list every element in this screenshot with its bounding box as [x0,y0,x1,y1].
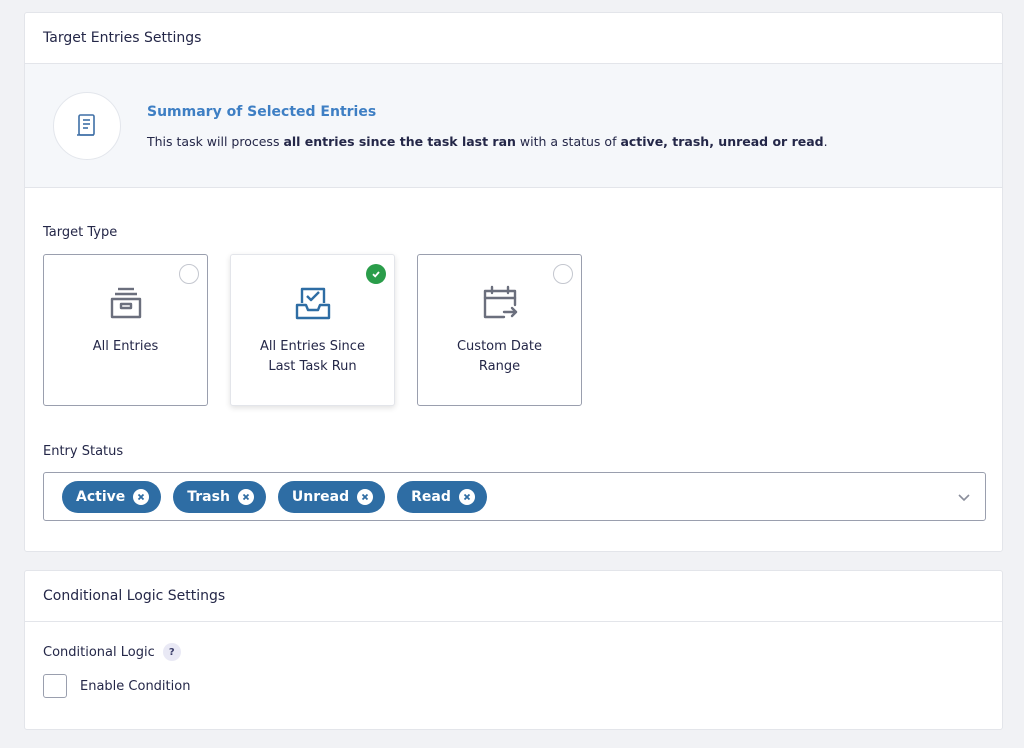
enable-condition-label[interactable]: Enable Condition [80,679,190,694]
summary-text-suffix: . [823,134,828,149]
help-icon[interactable]: ? [162,643,181,661]
pill-label: Read [411,488,451,505]
panel-title: Conditional Logic Settings [25,571,1002,622]
conditional-logic-label-row: Conditional Logic ? [43,643,181,661]
card-label: All Entries Since Last Task Run [260,339,365,374]
pill-label: Trash [187,488,230,505]
conditional-logic-panel: Conditional Logic Settings Conditional L… [24,570,1003,730]
archive-box-icon [110,287,141,319]
card-label: Custom Date Range [456,339,542,374]
status-pill-unread[interactable]: Unread [277,480,386,513]
pill-label: Unread [291,488,350,505]
target-type-since-last-run[interactable]: All Entries Since Last Task Run [230,254,395,406]
check-icon [372,271,380,278]
conditional-logic-label: Conditional Logic [43,644,155,660]
summary-text: This task will process all entries since… [147,134,828,149]
entry-status-multiselect[interactable]: Active Trash Unread Read [43,472,986,521]
summary-text-mid: with a status of [515,134,621,149]
pill-label: Active [76,488,126,505]
summary-box: Summary of Selected Entries This task wi… [25,64,1002,188]
target-type-label: Target Type [43,225,118,240]
inbox-check-icon [295,287,330,320]
radio-unchecked[interactable] [553,264,573,284]
summary-text-scope: all entries since the task last ran [283,134,516,149]
target-entries-panel: Target Entries Settings Summary of Selec… [24,12,1003,552]
radio-unchecked[interactable] [179,264,199,284]
target-type-all-entries[interactable]: All Entries [43,254,208,406]
remove-icon[interactable] [133,488,150,505]
remove-icon[interactable] [357,488,374,505]
status-pill-read[interactable]: Read [397,480,487,513]
remove-icon[interactable] [237,488,254,505]
status-pill-trash[interactable]: Trash [173,480,266,513]
summary-title: Summary of Selected Entries [147,104,377,120]
calendar-arrow-icon [483,285,517,319]
summary-text-statuses: active, trash, unread or read [620,134,824,149]
remove-icon[interactable] [458,488,475,505]
radio-checked[interactable] [366,264,386,284]
enable-condition-row[interactable]: Enable Condition [43,674,190,698]
summary-icon-circle [53,92,121,160]
panel-title: Target Entries Settings [25,13,1002,64]
entry-status-label: Entry Status [43,444,124,459]
target-type-custom-date-range[interactable]: Custom Date Range [417,254,582,406]
document-list-icon [77,114,95,136]
card-label: All Entries [92,339,159,354]
status-pill-active[interactable]: Active [62,480,162,513]
chevron-down-icon[interactable] [957,490,971,504]
enable-condition-checkbox[interactable] [43,674,67,698]
summary-text-prefix: This task will process [147,134,284,149]
